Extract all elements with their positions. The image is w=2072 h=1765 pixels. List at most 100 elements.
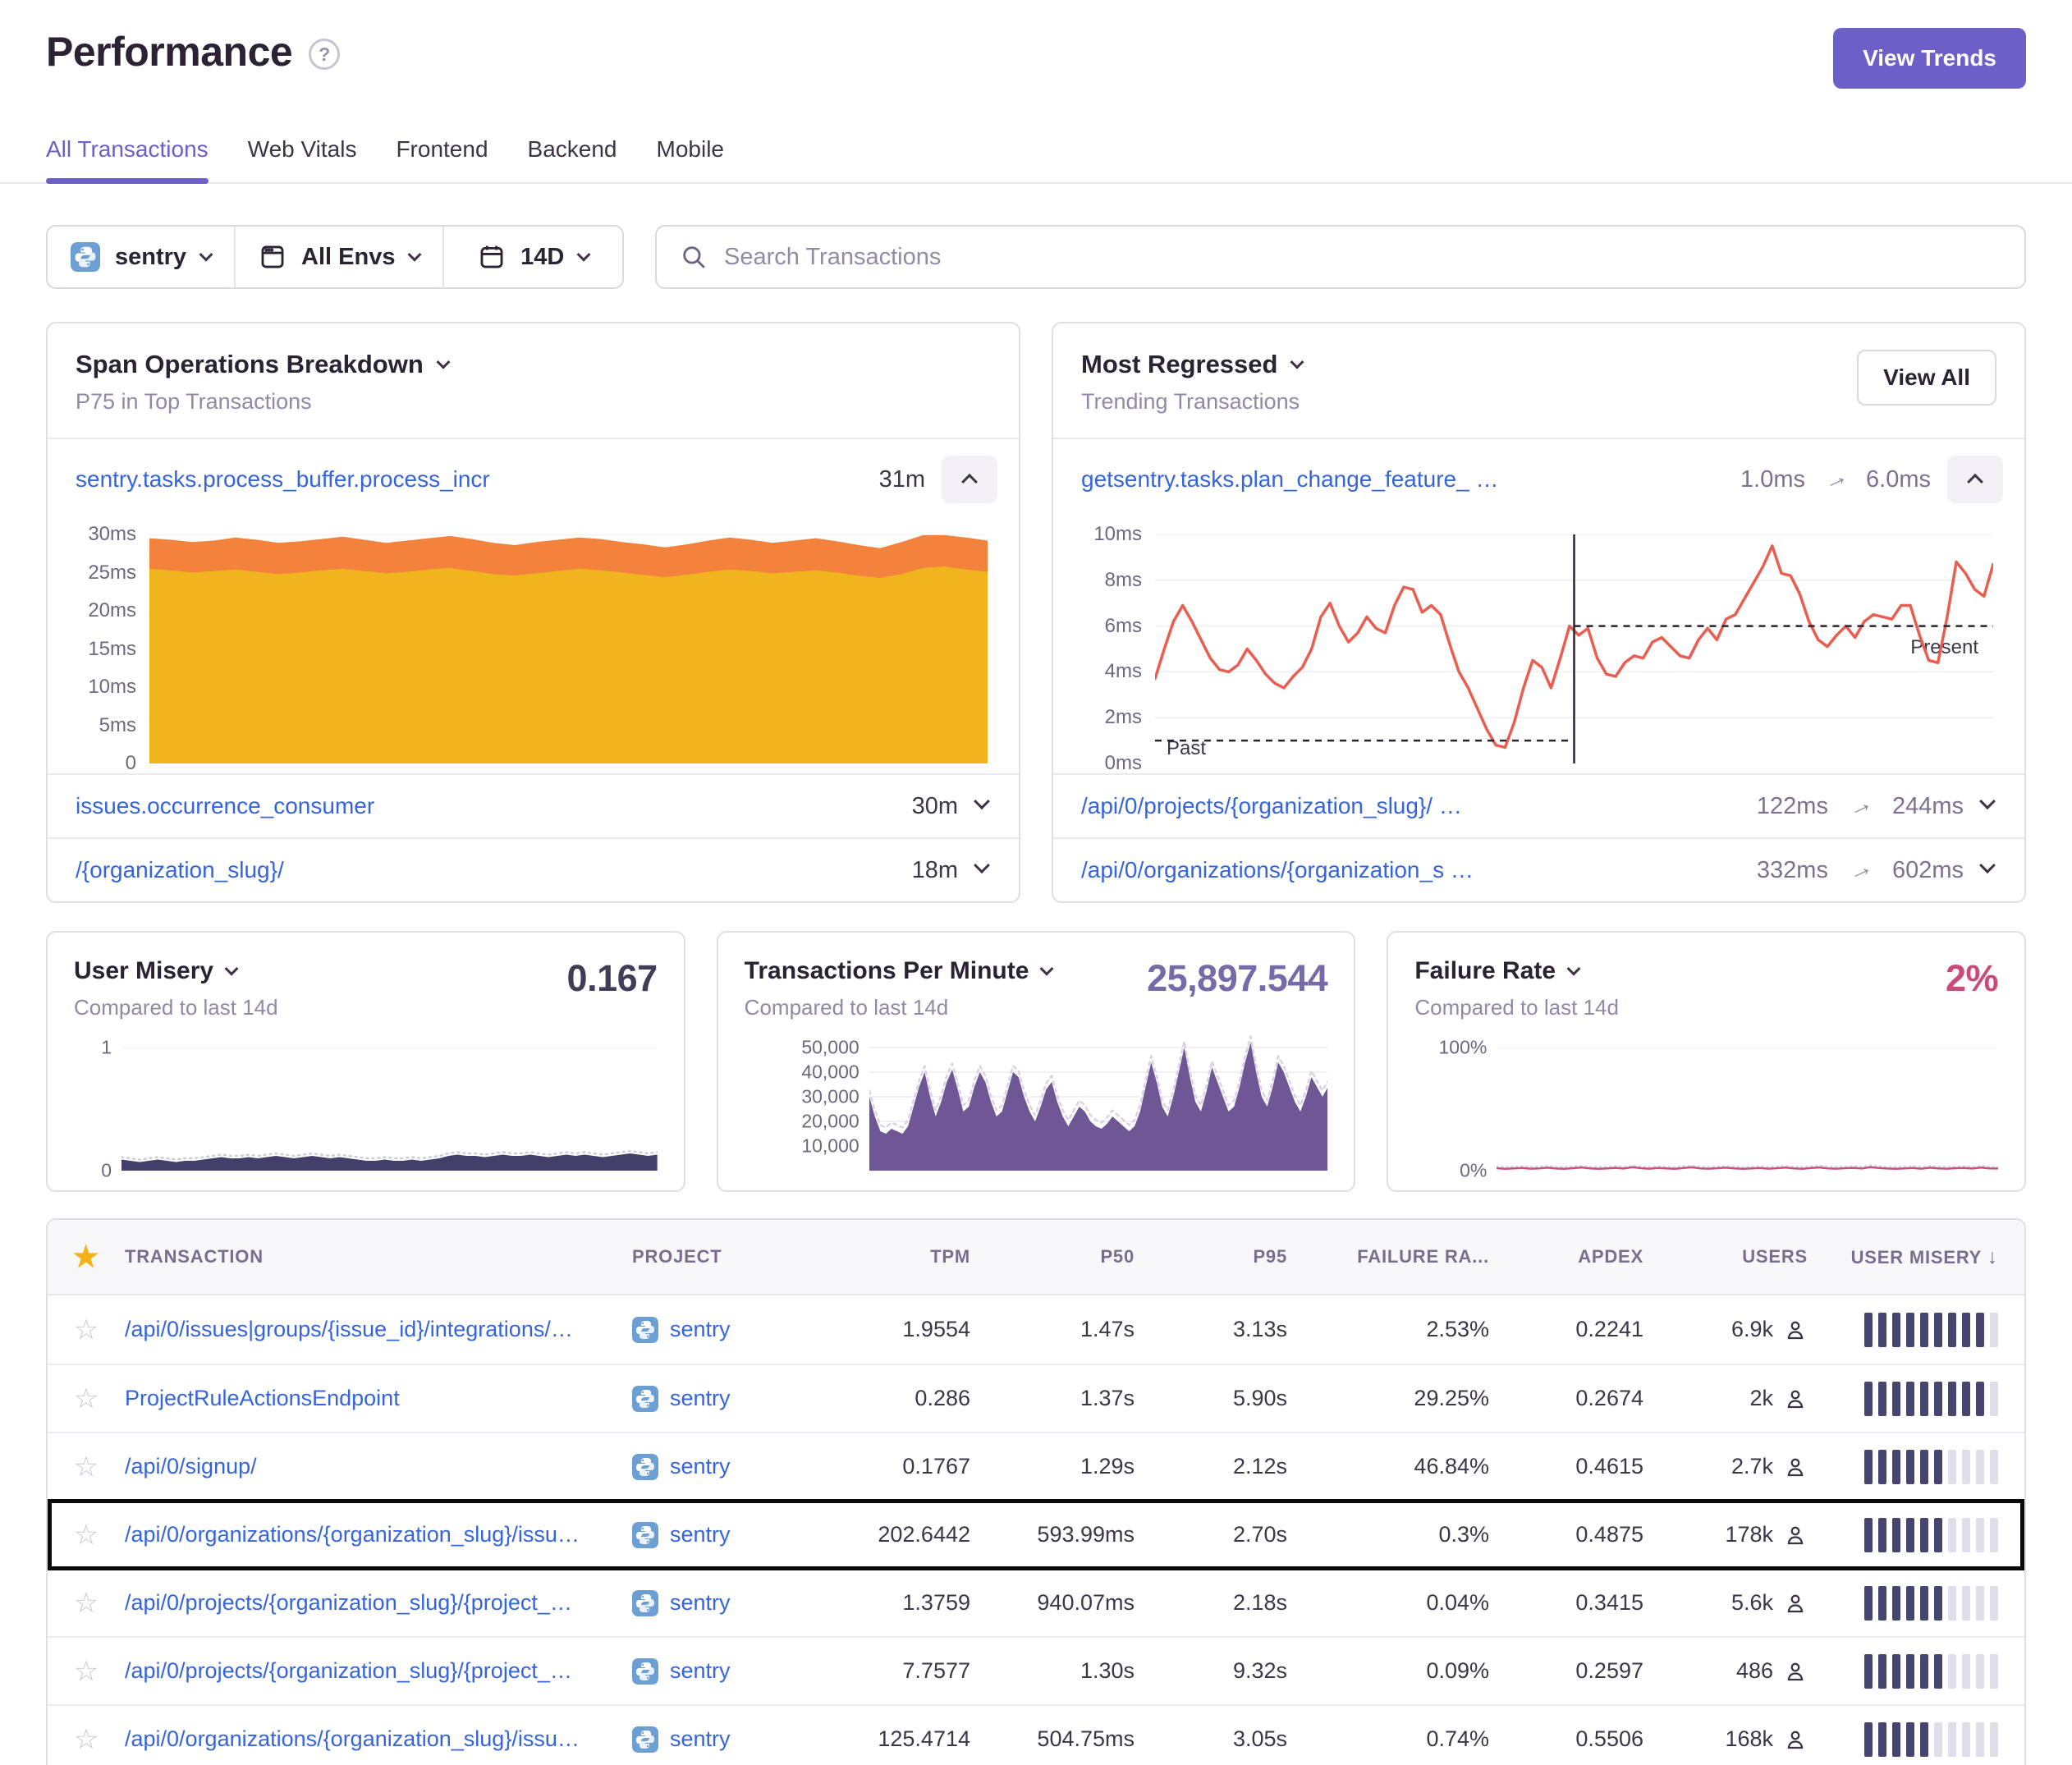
project-name: sentry xyxy=(670,1317,731,1342)
p95-value: 2.70s xyxy=(1139,1522,1292,1547)
column-header-apdex[interactable]: APDEX xyxy=(1494,1246,1648,1268)
tpm-value: 1.3759 xyxy=(819,1590,975,1616)
transaction-link[interactable]: sentry.tasks.process_buffer.process_incr xyxy=(76,466,863,493)
starred-filter-icon[interactable]: ★ xyxy=(48,1242,125,1272)
page-header: Performance ? View Trends xyxy=(46,0,2026,89)
column-header-failure-rate[interactable]: FAILURE RA... xyxy=(1292,1246,1494,1268)
tpm-value: 0.286 xyxy=(819,1386,975,1411)
project-selector[interactable]: sentry xyxy=(48,227,234,287)
chevron-down-icon xyxy=(199,248,213,262)
user-icon xyxy=(1783,1387,1808,1411)
tab-all-transactions[interactable]: All Transactions xyxy=(46,136,209,182)
failure-rate-dropdown[interactable]: Failure Rate xyxy=(1414,957,1619,985)
tab-backend[interactable]: Backend xyxy=(528,136,617,182)
user-icon xyxy=(1783,1591,1808,1616)
project-link[interactable]: sentry xyxy=(632,1590,819,1616)
search-input[interactable] xyxy=(724,244,2001,271)
transaction-link[interactable]: /api/0/projects/{organization_slug}/ … xyxy=(1081,793,1739,819)
transaction-link[interactable]: /{organization_slug}/ xyxy=(76,857,894,883)
tpm-title: Transactions Per Minute xyxy=(745,957,1029,985)
p50-value: 504.75ms xyxy=(975,1726,1139,1752)
transaction-link[interactable]: issues.occurrence_consumer xyxy=(76,793,894,819)
users-count: 6.9k xyxy=(1731,1317,1773,1342)
column-header-transaction[interactable]: TRANSACTION xyxy=(125,1246,632,1268)
star-toggle[interactable]: ☆ xyxy=(48,1316,125,1344)
sort-descending-icon: ↓ xyxy=(1987,1245,1998,1268)
table-row: ☆ ProjectRuleActionsEndpoint sentry 0.28… xyxy=(48,1364,2024,1432)
transaction-link[interactable]: /api/0/signup/ xyxy=(125,1454,632,1479)
collapse-button[interactable] xyxy=(1947,456,2003,503)
column-header-users[interactable]: USERS xyxy=(1648,1246,1813,1268)
y-axis: 50,00040,00030,00020,00010,000 xyxy=(745,1033,869,1171)
project-link[interactable]: sentry xyxy=(632,1317,819,1343)
star-toggle[interactable]: ☆ xyxy=(48,1657,125,1685)
column-header-p95[interactable]: P95 xyxy=(1139,1246,1292,1268)
user-icon xyxy=(1783,1659,1808,1684)
user-misery-title: User Misery xyxy=(74,957,213,985)
tpm-sparkline xyxy=(869,1033,1328,1171)
table-row: ☆ /api/0/organizations/{organization_slu… xyxy=(48,1704,2024,1765)
transaction-link[interactable]: /api/0/projects/{organization_slug}/{pro… xyxy=(125,1590,632,1616)
project-link[interactable]: sentry xyxy=(632,1726,819,1753)
column-header-user-misery[interactable]: USER MISERY ↓ xyxy=(1813,1245,2024,1269)
date-range-selector[interactable]: 14D xyxy=(442,227,622,287)
user-misery-dropdown[interactable]: User Misery xyxy=(74,957,278,985)
project-link[interactable]: sentry xyxy=(632,1454,819,1480)
tpm-value: 1.9554 xyxy=(819,1317,975,1342)
transaction-link[interactable]: ProjectRuleActionsEndpoint xyxy=(125,1386,632,1411)
transaction-link[interactable]: /api/0/organizations/{organization_slug}… xyxy=(125,1522,632,1547)
tab-frontend[interactable]: Frontend xyxy=(396,136,488,182)
failure-rate-value: 0.3% xyxy=(1292,1522,1494,1547)
tab-mobile[interactable]: Mobile xyxy=(657,136,724,182)
p95-value: 9.32s xyxy=(1139,1658,1292,1684)
tpm-dropdown[interactable]: Transactions Per Minute xyxy=(745,957,1052,985)
environment-selector[interactable]: All Envs xyxy=(234,227,442,287)
star-toggle[interactable]: ☆ xyxy=(48,1726,125,1754)
project-link[interactable]: sentry xyxy=(632,1522,819,1548)
column-header-tpm[interactable]: TPM xyxy=(819,1246,975,1268)
transaction-link[interactable]: /api/0/issues|groups/{issue_id}/integrat… xyxy=(125,1317,632,1342)
failure-rate-sparkline xyxy=(1497,1048,1998,1171)
regression-from: 332ms xyxy=(1757,857,1828,884)
transaction-link[interactable]: /api/0/projects/{organization_slug}/{pro… xyxy=(125,1658,632,1684)
project-link[interactable]: sentry xyxy=(632,1658,819,1685)
users-count: 2.7k xyxy=(1731,1454,1773,1479)
column-header-p50[interactable]: P50 xyxy=(975,1246,1139,1268)
collapse-button[interactable] xyxy=(942,456,997,503)
failure-rate-value: 2% xyxy=(1946,957,1998,1000)
users-count: 5.6k xyxy=(1731,1590,1773,1616)
transaction-link[interactable]: /api/0/organizations/{organization_slug}… xyxy=(125,1726,632,1752)
users-cell: 178k xyxy=(1648,1522,1813,1547)
apdex-value: 0.2597 xyxy=(1494,1658,1648,1684)
user-misery-bars xyxy=(1864,1382,1999,1416)
span-ops-title-dropdown[interactable]: Span Operations Breakdown xyxy=(76,350,991,379)
user-icon xyxy=(1783,1318,1808,1342)
expand-chevron-icon[interactable] xyxy=(1979,857,1996,873)
failure-rate-value: 0.09% xyxy=(1292,1658,1494,1684)
table-header-row: ★ TRANSACTION PROJECT TPM P50 P95 FAILUR… xyxy=(48,1220,2024,1295)
p50-value: 940.07ms xyxy=(975,1590,1139,1616)
project-link[interactable]: sentry xyxy=(632,1386,819,1412)
expand-chevron-icon[interactable] xyxy=(974,793,990,809)
regression-from: 1.0ms xyxy=(1740,466,1805,493)
transaction-link[interactable]: getsentry.tasks.plan_change_feature_ … xyxy=(1081,466,1724,493)
view-trends-button[interactable]: View Trends xyxy=(1833,28,2026,89)
column-header-project[interactable]: PROJECT xyxy=(632,1246,819,1268)
star-toggle[interactable]: ☆ xyxy=(48,1453,125,1481)
help-icon[interactable]: ? xyxy=(309,39,340,70)
users-cell: 486 xyxy=(1648,1658,1813,1684)
transaction-link[interactable]: /api/0/organizations/{organization_s … xyxy=(1081,857,1739,883)
most-regressed-title-dropdown[interactable]: Most Regressed xyxy=(1081,350,1302,379)
chevron-down-icon xyxy=(1567,962,1581,976)
expand-chevron-icon[interactable] xyxy=(974,857,990,873)
star-toggle[interactable]: ☆ xyxy=(48,1385,125,1413)
search-icon xyxy=(680,243,708,271)
view-all-button[interactable]: View All xyxy=(1857,350,1996,406)
expand-chevron-icon[interactable] xyxy=(1979,793,1996,809)
p50-value: 1.30s xyxy=(975,1658,1139,1684)
star-toggle[interactable]: ☆ xyxy=(48,1589,125,1617)
star-toggle[interactable]: ☆ xyxy=(48,1521,125,1549)
tab-web-vitals[interactable]: Web Vitals xyxy=(248,136,357,182)
date-range-selector-label: 14D xyxy=(520,244,564,271)
apdex-value: 0.2241 xyxy=(1494,1317,1648,1342)
